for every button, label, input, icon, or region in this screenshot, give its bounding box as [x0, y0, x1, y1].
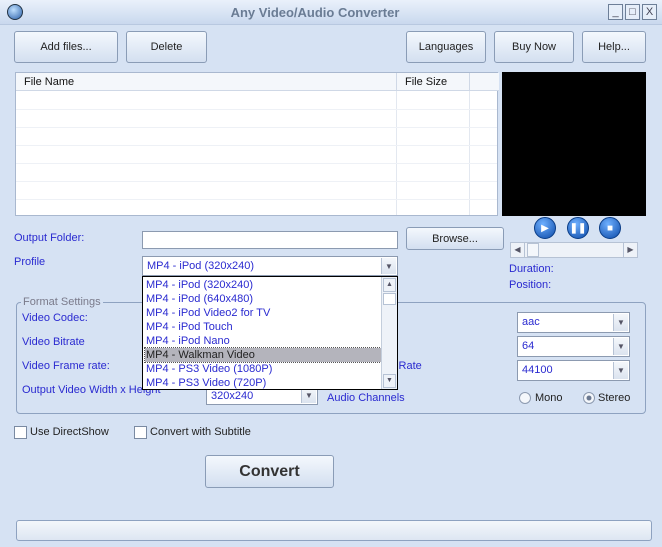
chevron-down-icon[interactable]: ▼ [301, 388, 316, 403]
row-line [16, 163, 497, 164]
scroll-up-icon[interactable]: ▲ [383, 278, 396, 292]
row-line [16, 181, 497, 182]
profile-option[interactable]: MP4 - PS3 Video (720P) [145, 376, 381, 390]
audio-bitrate-value: 64 [522, 340, 535, 352]
add-files-button[interactable]: Add files... [14, 31, 118, 63]
profile-option[interactable]: MP4 - iPod Nano [145, 334, 381, 348]
audio-codec-select[interactable]: aac ▼ [517, 312, 630, 333]
title-bar: Any Video/Audio Converter _ □ X [0, 0, 662, 25]
use-directshow-checkbox[interactable] [14, 426, 27, 439]
delete-button[interactable]: Delete [126, 31, 207, 63]
position-slider[interactable]: ◀ ▶ [510, 242, 638, 258]
audio-sample-rate-value: 44100 [522, 364, 553, 376]
column-header-file-size[interactable]: File Size [397, 73, 470, 91]
languages-button[interactable]: Languages [406, 31, 486, 63]
slider-right-arrow[interactable]: ▶ [623, 243, 637, 257]
chevron-down-icon[interactable]: ▼ [613, 338, 628, 355]
convert-subtitle-checkbox[interactable] [134, 426, 147, 439]
chevron-down-icon[interactable]: ▼ [381, 258, 396, 274]
video-codec-label: Video Codec: [22, 312, 88, 324]
row-line [16, 199, 497, 200]
window-title: Any Video/Audio Converter [230, 5, 400, 20]
profile-label: Profile [14, 256, 46, 268]
scroll-thumb[interactable] [383, 293, 396, 305]
audio-sample-rate-select[interactable]: 44100 ▼ [517, 360, 630, 381]
profile-option[interactable]: MP4 - iPod (640x480) [145, 292, 381, 306]
progress-bar [16, 520, 652, 541]
column-header-file-name[interactable]: File Name [16, 73, 397, 91]
dropdown-scrollbar[interactable]: ▲ ▼ [381, 277, 397, 389]
profile-select[interactable]: MP4 - iPod (320x240) ▼ [142, 256, 398, 276]
row-line [16, 145, 497, 146]
file-list[interactable]: File Name File Size [15, 72, 499, 216]
output-size-label: Output Video Width x Height [22, 384, 161, 396]
pause-icon[interactable]: ❚❚ [567, 217, 589, 239]
use-directshow-label: Use DirectShow [30, 426, 109, 438]
chevron-down-icon[interactable]: ▼ [613, 362, 628, 379]
play-icon[interactable]: ▶ [534, 217, 556, 239]
close-button[interactable]: X [642, 4, 657, 20]
convert-subtitle-label: Convert with Subtitle [150, 426, 251, 438]
video-bitrate-label: Video Bitrate [22, 336, 85, 348]
help-button[interactable]: Help... [582, 31, 646, 63]
stereo-label: Stereo [598, 392, 631, 404]
row-line [16, 127, 497, 128]
maximize-button[interactable]: □ [625, 4, 640, 20]
profile-dropdown-list[interactable]: MP4 - iPod (320x240) MP4 - iPod (640x480… [142, 276, 398, 390]
slider-left-arrow[interactable]: ◀ [511, 243, 525, 257]
minimize-button[interactable]: _ [608, 4, 623, 20]
profile-option[interactable]: MP4 - iPod Video2 for TV [145, 306, 381, 320]
audio-bitrate-select[interactable]: 64 ▼ [517, 336, 630, 357]
profile-option[interactable]: MP4 - PS3 Video (1080P) [145, 362, 381, 376]
audio-codec-value: aac [522, 316, 540, 328]
mono-label: Mono [535, 392, 563, 404]
slider-thumb[interactable] [527, 243, 539, 257]
buy-now-button[interactable]: Buy Now [494, 31, 574, 63]
convert-button[interactable]: Convert [205, 455, 334, 488]
stereo-radio[interactable] [583, 392, 595, 404]
profile-option[interactable]: MP4 - iPod (320x240) [145, 278, 381, 292]
position-label: Position: [509, 279, 552, 291]
browse-button[interactable]: Browse... [406, 227, 504, 250]
output-folder-input[interactable] [142, 231, 398, 249]
profile-value: MP4 - iPod (320x240) [147, 260, 254, 272]
profile-option[interactable]: MP4 - iPod Touch [145, 320, 381, 334]
output-folder-label: Output Folder: [14, 232, 85, 244]
duration-label: Duration: [509, 263, 554, 275]
format-settings-legend: Format Settings [21, 296, 103, 308]
output-size-value: 320x240 [211, 390, 254, 402]
video-frame-rate-label: Video Frame rate: [22, 360, 110, 372]
column-header-blank [470, 73, 499, 91]
mono-radio[interactable] [519, 392, 531, 404]
row-line [16, 109, 497, 110]
profile-option-highlighted[interactable]: MP4 - Walkman Video [144, 347, 382, 363]
video-preview [502, 72, 646, 216]
audio-channels-label: Audio Channels [327, 392, 405, 404]
scroll-down-icon[interactable]: ▼ [383, 374, 396, 388]
stop-icon[interactable]: ■ [599, 217, 621, 239]
chevron-down-icon[interactable]: ▼ [613, 314, 628, 331]
